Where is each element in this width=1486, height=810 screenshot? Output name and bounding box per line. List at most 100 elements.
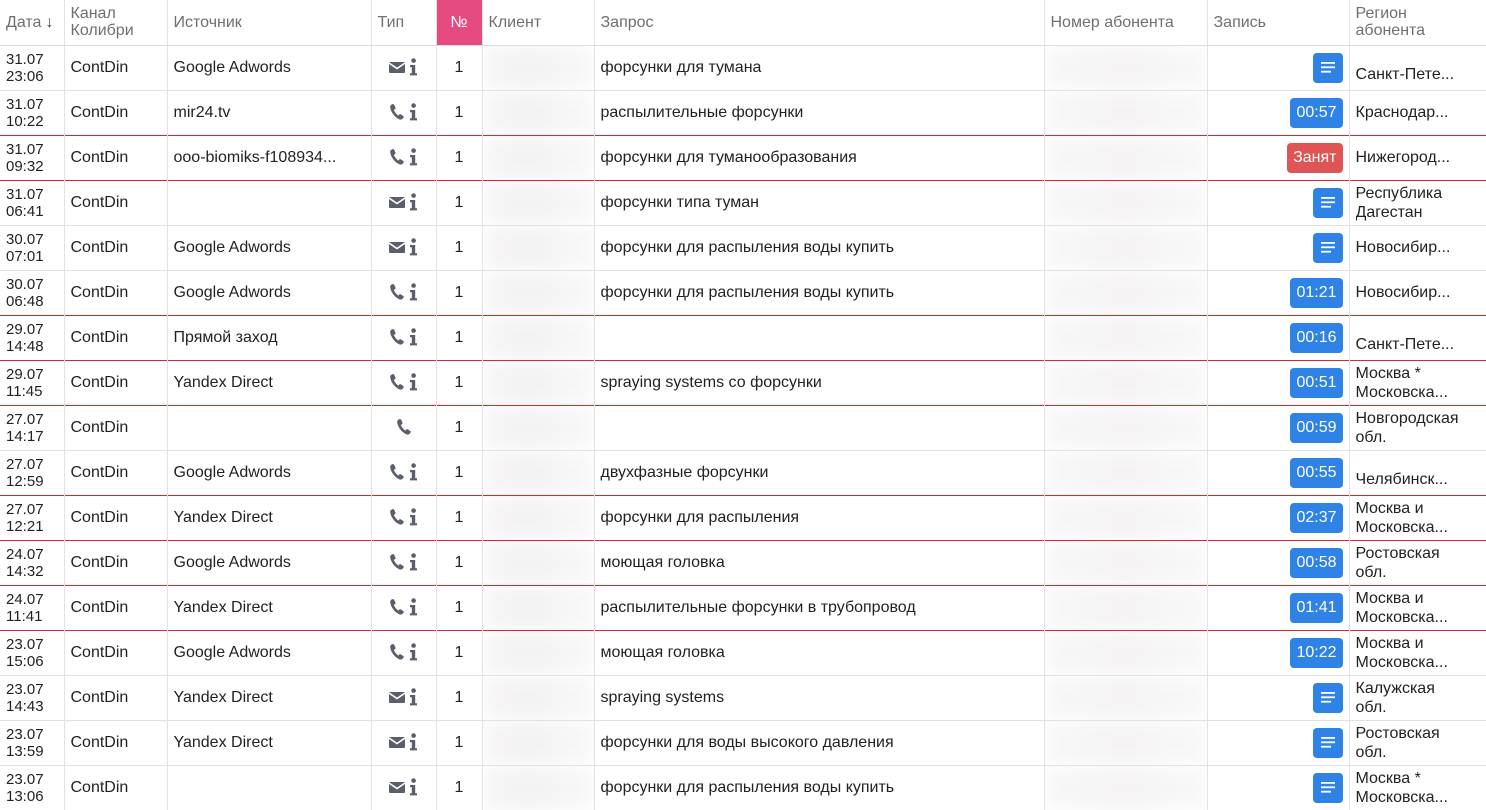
cell-query bbox=[594, 405, 1045, 450]
sort-arrow-down-icon[interactable]: ↓ bbox=[45, 14, 53, 31]
transcript-button[interactable] bbox=[1312, 727, 1343, 758]
transcript-button[interactable] bbox=[1312, 52, 1343, 83]
play-record-button[interactable]: 00:55 bbox=[1290, 457, 1343, 488]
mail-icon bbox=[388, 242, 406, 254]
play-record-button[interactable]: 00:16 bbox=[1290, 322, 1343, 353]
transcript-button[interactable] bbox=[1312, 682, 1343, 713]
play-record-button[interactable]: 00:58 bbox=[1290, 547, 1343, 578]
client-redacted bbox=[482, 720, 593, 765]
table-row[interactable]: 23.07 15:06 ContDin Google Adwords 1 моющая … bbox=[0, 630, 1486, 675]
info-icon[interactable] bbox=[409, 733, 418, 751]
info-icon[interactable] bbox=[409, 283, 418, 301]
cell-source: Google Adwords bbox=[167, 225, 372, 270]
region-line-1: Москва и bbox=[1355, 499, 1424, 517]
cell-count: 1 bbox=[436, 90, 483, 135]
table-row[interactable]: 31.07 06:41 ContDin 1 форсунки типа туман Ре… bbox=[0, 180, 1486, 225]
cell-record: 00:57 bbox=[1207, 90, 1350, 135]
transcript-button[interactable] bbox=[1312, 232, 1343, 263]
table-row[interactable]: 23.07 13:06 ContDin 1 форсунки для распылен… bbox=[0, 765, 1486, 810]
cell-query: форсунки типа туман bbox=[594, 180, 1045, 225]
col-source-header[interactable]: Источник bbox=[167, 0, 372, 46]
play-record-button[interactable]: 02:37 bbox=[1290, 502, 1343, 533]
info-icon[interactable] bbox=[409, 58, 418, 76]
table-row[interactable]: 27.07 12:21 ContDin Yandex Direct 1 форсунки… bbox=[0, 495, 1486, 540]
play-record-button[interactable]: 01:21 bbox=[1290, 277, 1343, 308]
info-icon[interactable] bbox=[409, 328, 418, 346]
col-query-header[interactable]: Запрос bbox=[594, 0, 1045, 46]
table-row[interactable]: 23.07 14:43 ContDin Yandex Direct 1 spraying… bbox=[0, 675, 1486, 720]
cell-count: 1 bbox=[436, 315, 483, 360]
cell-region: Краснодар... bbox=[1349, 90, 1486, 135]
cell-source: Google Adwords bbox=[167, 450, 372, 495]
table-row[interactable]: 27.07 14:17 ContDin 1 00:59 Новгородская обл. bbox=[0, 405, 1486, 450]
cell-type bbox=[371, 405, 437, 450]
table-row[interactable]: 24.07 14:32 ContDin Google Adwords 1 моющая … bbox=[0, 540, 1486, 585]
client-redacted bbox=[482, 765, 593, 810]
play-record-button[interactable]: 01:41 bbox=[1290, 592, 1343, 623]
phone-icon bbox=[389, 464, 404, 481]
info-icon[interactable] bbox=[409, 598, 418, 616]
info-icon[interactable] bbox=[409, 193, 418, 211]
col-date-header[interactable]: Дата ↓ bbox=[0, 0, 65, 46]
col-phone-header[interactable]: Номер абонента bbox=[1044, 0, 1208, 46]
region-line-1: Новосибир... bbox=[1355, 284, 1451, 301]
table-row[interactable]: 31.07 09:32 ContDin ooo-biomiks-f108934... … bbox=[0, 135, 1486, 180]
info-icon[interactable] bbox=[409, 643, 418, 661]
table-row[interactable]: 29.07 14:48 ContDin Прямой заход 1 00:16 Санк… bbox=[0, 315, 1486, 360]
info-icon[interactable] bbox=[409, 778, 418, 796]
table-row[interactable]: 27.07 12:59 ContDin Google Adwords 1 двухфаз… bbox=[0, 450, 1486, 495]
cell-date: 31.07 09:32 bbox=[0, 135, 65, 180]
col-number-header[interactable]: № bbox=[436, 0, 483, 46]
cell-count: 1 bbox=[436, 360, 483, 405]
info-icon[interactable] bbox=[409, 508, 418, 526]
client-redacted bbox=[482, 630, 593, 675]
table-row[interactable]: 29.07 11:45 ContDin Yandex Direct 1 spraying… bbox=[0, 360, 1486, 405]
cell-date: 27.07 14:17 bbox=[0, 405, 65, 450]
play-record-button[interactable]: 00:59 bbox=[1290, 412, 1343, 443]
phone-redacted bbox=[1044, 135, 1206, 180]
info-icon[interactable] bbox=[409, 553, 418, 571]
cell-region: Новгородская обл. bbox=[1349, 405, 1486, 450]
col-type-header[interactable]: Тип bbox=[371, 0, 437, 46]
table-row[interactable]: 30.07 07:01 ContDin Google Adwords 1 форсунк… bbox=[0, 225, 1486, 270]
table-row[interactable]: 31.07 23:06 ContDin Google Adwords 1 форсунк… bbox=[0, 45, 1486, 90]
info-icon[interactable] bbox=[409, 463, 418, 481]
cell-source bbox=[167, 405, 372, 450]
table-row[interactable]: 30.07 06:48 ContDin Google Adwords 1 форсунк… bbox=[0, 270, 1486, 315]
play-record-button[interactable]: 00:51 bbox=[1290, 367, 1343, 398]
col-record-header[interactable]: Запись bbox=[1207, 0, 1350, 46]
col-region-header[interactable]: Регион абонента bbox=[1349, 0, 1486, 46]
region-line-1: Санкт-Пете... bbox=[1355, 66, 1455, 83]
phone-icon bbox=[389, 599, 404, 616]
col-client-header[interactable]: Клиент bbox=[482, 0, 595, 46]
col-channel-header[interactable]: Канал Колибри bbox=[64, 0, 168, 46]
cell-source bbox=[167, 180, 372, 225]
cell-type bbox=[371, 585, 437, 630]
play-record-button[interactable]: 10:22 bbox=[1290, 637, 1343, 668]
info-icon[interactable] bbox=[409, 238, 418, 256]
transcript-button[interactable] bbox=[1312, 187, 1343, 218]
cell-count: 1 bbox=[436, 540, 483, 585]
date-time: 10:22 bbox=[6, 112, 44, 130]
client-redacted bbox=[482, 495, 593, 540]
phone-redacted bbox=[1044, 630, 1206, 675]
transcript-button[interactable] bbox=[1312, 772, 1343, 803]
info-icon[interactable] bbox=[409, 688, 418, 706]
play-record-button[interactable]: 00:57 bbox=[1290, 97, 1343, 128]
info-icon[interactable] bbox=[409, 373, 418, 391]
table-row[interactable]: 31.07 10:22 ContDin mir24.tv 1 распылительны… bbox=[0, 90, 1486, 135]
client-redacted bbox=[482, 45, 593, 90]
cell-phone-blurred bbox=[1044, 765, 1208, 810]
cell-phone-blurred bbox=[1044, 450, 1208, 495]
date-day: 31.07 bbox=[6, 140, 44, 158]
phone-icon bbox=[389, 644, 404, 661]
table-row[interactable]: 23.07 13:59 ContDin Yandex Direct 1 форсунки… bbox=[0, 720, 1486, 765]
cell-record: 00:58 bbox=[1207, 540, 1350, 585]
cell-channel: ContDin bbox=[64, 90, 168, 135]
date-day: 23.07 bbox=[6, 635, 44, 653]
table-row[interactable]: 24.07 11:41 ContDin Yandex Direct 1 распылит… bbox=[0, 585, 1486, 630]
col-channel-label-2: Колибри bbox=[70, 22, 134, 40]
info-icon[interactable] bbox=[409, 148, 418, 166]
cell-client-blurred bbox=[482, 450, 595, 495]
info-icon[interactable] bbox=[409, 103, 418, 121]
